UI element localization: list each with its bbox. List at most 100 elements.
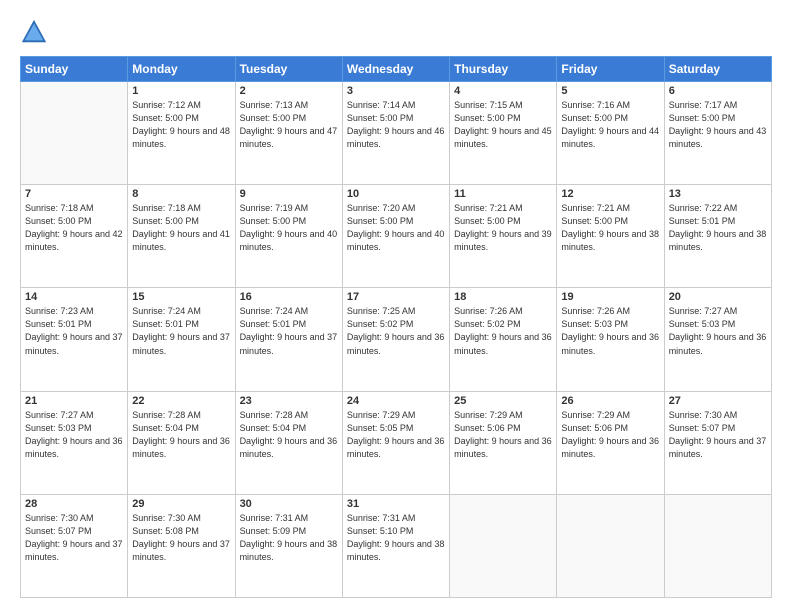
calendar-cell: 29Sunrise: 7:30 AM Sunset: 5:08 PM Dayli… <box>128 494 235 597</box>
day-number: 15 <box>132 291 230 303</box>
day-info: Sunrise: 7:27 AM Sunset: 5:03 PM Dayligh… <box>25 409 123 461</box>
day-number: 23 <box>240 395 338 407</box>
day-info: Sunrise: 7:31 AM Sunset: 5:09 PM Dayligh… <box>240 512 338 564</box>
day-info: Sunrise: 7:12 AM Sunset: 5:00 PM Dayligh… <box>132 99 230 151</box>
weekday-header: Wednesday <box>342 57 449 82</box>
calendar-cell: 19 Sunrise: 7:26 AM Sunset: 5:03 PM Dayli… <box>557 288 664 391</box>
calendar-cell <box>21 82 128 185</box>
calendar-cell: 11 Sunrise: 7:21 AM Sunset: 5:00 PM Dayli… <box>450 185 557 288</box>
calendar-cell: 20 Sunrise: 7:27 AM Sunset: 5:03 PM Dayli… <box>664 288 771 391</box>
day-number: 17 <box>347 291 445 303</box>
calendar-cell <box>450 494 557 597</box>
calendar-cell: 17Sunrise: 7:25 AM Sunset: 5:02 PM Dayli… <box>342 288 449 391</box>
calendar-cell: 6 Sunrise: 7:17 AM Sunset: 5:00 PM Daylig… <box>664 82 771 185</box>
day-info: Sunrise: 7:24 AM Sunset: 5:01 PM Dayligh… <box>240 305 338 357</box>
day-number: 5 <box>561 85 659 97</box>
calendar-cell: 2Sunrise: 7:13 AM Sunset: 5:00 PM Daylig… <box>235 82 342 185</box>
day-info: Sunrise: 7:21 AM Sunset: 5:00 PM Dayligh… <box>454 202 552 254</box>
day-number: 1 <box>132 85 230 97</box>
calendar-cell <box>557 494 664 597</box>
day-number: 30 <box>240 498 338 510</box>
calendar-cell: 3 Sunrise: 7:14 AM Sunset: 5:00 PM Daylig… <box>342 82 449 185</box>
calendar-cell: 5 Sunrise: 7:16 AM Sunset: 5:00 PM Daylig… <box>557 82 664 185</box>
day-info: Sunrise: 7:17 AM Sunset: 5:00 PM Dayligh… <box>669 99 767 151</box>
day-info: Sunrise: 7:30 AM Sunset: 5:07 PM Dayligh… <box>669 409 767 461</box>
day-info: Sunrise: 7:19 AM Sunset: 5:00 PM Dayligh… <box>240 202 338 254</box>
day-info: Sunrise: 7:26 AM Sunset: 5:02 PM Dayligh… <box>454 305 552 357</box>
calendar-week-row: 14Sunrise: 7:23 AM Sunset: 5:01 PM Dayli… <box>21 288 772 391</box>
day-number: 27 <box>669 395 767 407</box>
day-number: 6 <box>669 85 767 97</box>
day-number: 19 <box>561 291 659 303</box>
day-number: 3 <box>347 85 445 97</box>
calendar-cell: 12 Sunrise: 7:21 AM Sunset: 5:00 PM Dayli… <box>557 185 664 288</box>
day-info: Sunrise: 7:27 AM Sunset: 5:03 PM Dayligh… <box>669 305 767 357</box>
day-info: Sunrise: 7:22 AM Sunset: 5:01 PM Dayligh… <box>669 202 767 254</box>
weekday-header: Thursday <box>450 57 557 82</box>
day-info: Sunrise: 7:29 AM Sunset: 5:06 PM Dayligh… <box>561 409 659 461</box>
day-number: 9 <box>240 188 338 200</box>
day-number: 29 <box>132 498 230 510</box>
calendar-cell: 21 Sunrise: 7:27 AM Sunset: 5:03 PM Dayli… <box>21 391 128 494</box>
day-number: 13 <box>669 188 767 200</box>
calendar-cell: 25 Sunrise: 7:29 AM Sunset: 5:06 PM Dayli… <box>450 391 557 494</box>
day-number: 24 <box>347 395 445 407</box>
weekday-header: Friday <box>557 57 664 82</box>
calendar-cell: 1 Sunrise: 7:12 AM Sunset: 5:00 PM Daylig… <box>128 82 235 185</box>
day-info: Sunrise: 7:13 AM Sunset: 5:00 PM Dayligh… <box>240 99 338 151</box>
day-info: Sunrise: 7:15 AM Sunset: 5:00 PM Dayligh… <box>454 99 552 151</box>
calendar-cell <box>664 494 771 597</box>
day-info: Sunrise: 7:24 AM Sunset: 5:01 PM Dayligh… <box>132 305 230 357</box>
calendar-cell: 4Sunrise: 7:15 AM Sunset: 5:00 PM Daylig… <box>450 82 557 185</box>
calendar-cell: 14Sunrise: 7:23 AM Sunset: 5:01 PM Dayli… <box>21 288 128 391</box>
day-info: Sunrise: 7:26 AM Sunset: 5:03 PM Dayligh… <box>561 305 659 357</box>
day-info: Sunrise: 7:16 AM Sunset: 5:00 PM Dayligh… <box>561 99 659 151</box>
day-info: Sunrise: 7:20 AM Sunset: 5:00 PM Dayligh… <box>347 202 445 254</box>
day-number: 7 <box>25 188 123 200</box>
day-info: Sunrise: 7:30 AM Sunset: 5:07 PM Dayligh… <box>25 512 123 564</box>
calendar-cell: 22 Sunrise: 7:28 AM Sunset: 5:04 PM Dayli… <box>128 391 235 494</box>
day-number: 16 <box>240 291 338 303</box>
day-number: 20 <box>669 291 767 303</box>
day-number: 31 <box>347 498 445 510</box>
calendar-cell: 16 Sunrise: 7:24 AM Sunset: 5:01 PM Dayli… <box>235 288 342 391</box>
calendar-week-row: 28Sunrise: 7:30 AM Sunset: 5:07 PM Dayli… <box>21 494 772 597</box>
day-number: 12 <box>561 188 659 200</box>
calendar-cell: 15 Sunrise: 7:24 AM Sunset: 5:01 PM Dayli… <box>128 288 235 391</box>
weekday-header-row: SundayMondayTuesdayWednesdayThursdayFrid… <box>21 57 772 82</box>
day-number: 11 <box>454 188 552 200</box>
calendar-cell: 27 Sunrise: 7:30 AM Sunset: 5:07 PM Dayli… <box>664 391 771 494</box>
calendar-week-row: 21 Sunrise: 7:27 AM Sunset: 5:03 PM Dayli… <box>21 391 772 494</box>
calendar-table: SundayMondayTuesdayWednesdayThursdayFrid… <box>20 56 772 598</box>
weekday-header: Monday <box>128 57 235 82</box>
day-info: Sunrise: 7:28 AM Sunset: 5:04 PM Dayligh… <box>132 409 230 461</box>
logo <box>20 18 52 46</box>
calendar-cell: 28Sunrise: 7:30 AM Sunset: 5:07 PM Dayli… <box>21 494 128 597</box>
calendar-week-row: 1 Sunrise: 7:12 AM Sunset: 5:00 PM Daylig… <box>21 82 772 185</box>
calendar-cell: 8 Sunrise: 7:18 AM Sunset: 5:00 PM Daylig… <box>128 185 235 288</box>
calendar-cell: 18 Sunrise: 7:26 AM Sunset: 5:02 PM Dayli… <box>450 288 557 391</box>
header <box>20 18 772 46</box>
calendar-cell: 30 Sunrise: 7:31 AM Sunset: 5:09 PM Dayli… <box>235 494 342 597</box>
calendar-cell: 13 Sunrise: 7:22 AM Sunset: 5:01 PM Dayli… <box>664 185 771 288</box>
calendar-cell: 10Sunrise: 7:20 AM Sunset: 5:00 PM Dayli… <box>342 185 449 288</box>
day-info: Sunrise: 7:14 AM Sunset: 5:00 PM Dayligh… <box>347 99 445 151</box>
day-info: Sunrise: 7:29 AM Sunset: 5:06 PM Dayligh… <box>454 409 552 461</box>
day-info: Sunrise: 7:31 AM Sunset: 5:10 PM Dayligh… <box>347 512 445 564</box>
weekday-header: Tuesday <box>235 57 342 82</box>
day-number: 8 <box>132 188 230 200</box>
calendar-cell: 26Sunrise: 7:29 AM Sunset: 5:06 PM Dayli… <box>557 391 664 494</box>
day-info: Sunrise: 7:21 AM Sunset: 5:00 PM Dayligh… <box>561 202 659 254</box>
calendar-cell: 7 Sunrise: 7:18 AM Sunset: 5:00 PM Daylig… <box>21 185 128 288</box>
calendar-cell: 9 Sunrise: 7:19 AM Sunset: 5:00 PM Daylig… <box>235 185 342 288</box>
weekday-header: Sunday <box>21 57 128 82</box>
day-info: Sunrise: 7:18 AM Sunset: 5:00 PM Dayligh… <box>132 202 230 254</box>
day-info: Sunrise: 7:18 AM Sunset: 5:00 PM Dayligh… <box>25 202 123 254</box>
day-number: 21 <box>25 395 123 407</box>
day-number: 18 <box>454 291 552 303</box>
day-info: Sunrise: 7:29 AM Sunset: 5:05 PM Dayligh… <box>347 409 445 461</box>
page: SundayMondayTuesdayWednesdayThursdayFrid… <box>0 0 792 612</box>
day-number: 25 <box>454 395 552 407</box>
weekday-header: Saturday <box>664 57 771 82</box>
day-number: 22 <box>132 395 230 407</box>
